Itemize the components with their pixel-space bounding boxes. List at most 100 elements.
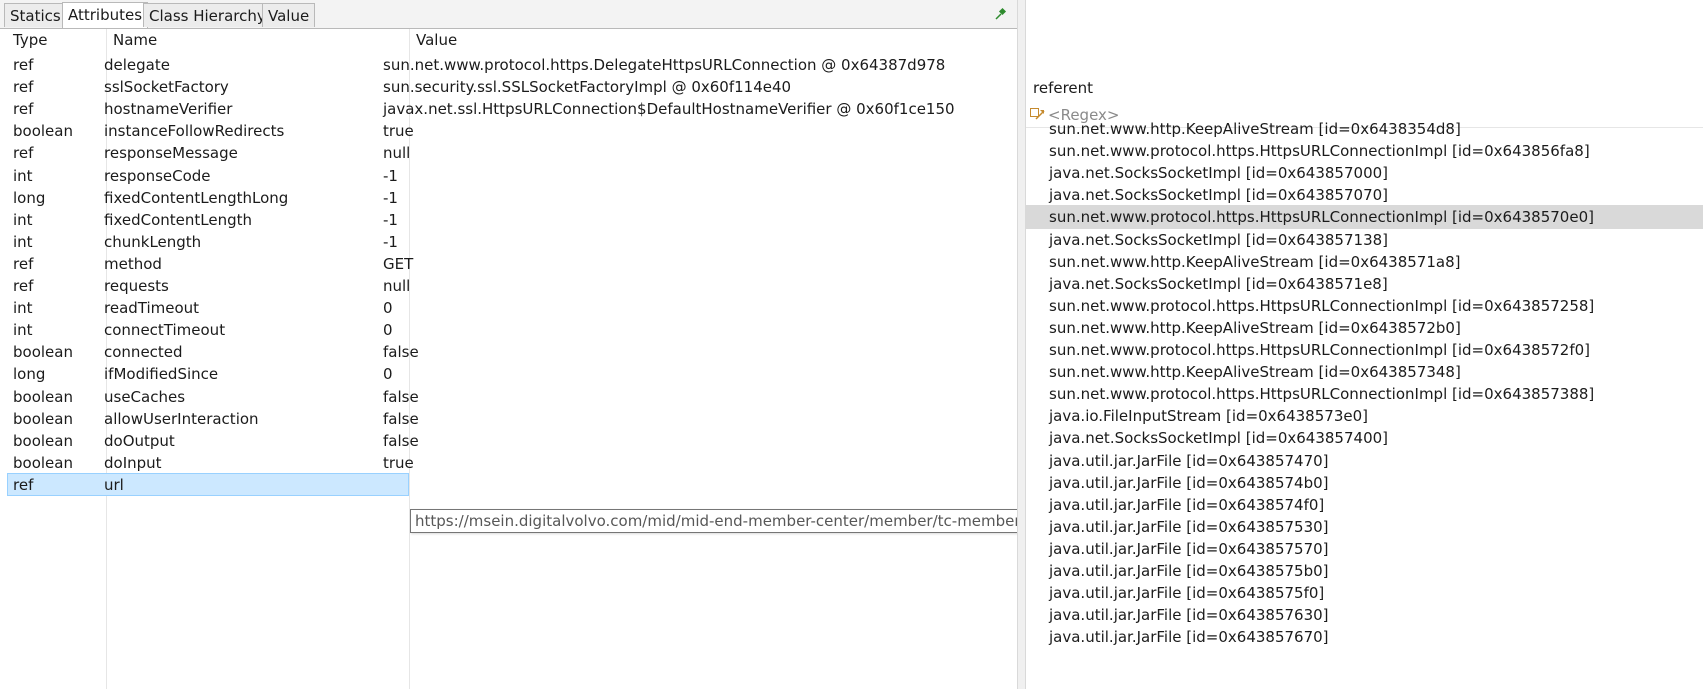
referent-item-label: java.util.jar.JarFile [id=0x6438574b0]	[1049, 473, 1329, 492]
cell-name: instanceFollowRedirects	[104, 122, 285, 141]
referent-item-label: sun.net.www.http.KeepAliveStream [id=0x6…	[1049, 318, 1461, 337]
column-header-value[interactable]: Value	[416, 29, 457, 52]
referent-item-label: sun.net.www.http.KeepAliveStream [id=0x6…	[1049, 252, 1461, 271]
cell-name: method	[104, 254, 162, 273]
referent-list-item[interactable]: java.util.jar.JarFile [id=0x6438575f0]	[1026, 581, 1703, 605]
tab-value[interactable]: Value	[262, 3, 316, 27]
cell-value: false	[383, 409, 419, 428]
referent-list-item[interactable]: sun.net.www.protocol.https.HttpsURLConne…	[1026, 294, 1703, 318]
referent-item-label: sun.net.www.http.KeepAliveStream [id=0x6…	[1049, 120, 1461, 138]
column-header-type[interactable]: Type	[13, 29, 47, 52]
cell-type: boolean	[13, 387, 73, 406]
cell-type: int	[13, 321, 33, 340]
cell-value: sun.net.www.protocol.https.DelegateHttps…	[383, 56, 946, 74]
cell-value: null	[383, 144, 411, 163]
cell-type: int	[13, 166, 33, 185]
cell-name: doInput	[104, 453, 162, 472]
cell-type: ref	[13, 100, 34, 119]
referent-list-item[interactable]: java.net.SocksSocketImpl [id=0x643857400…	[1026, 426, 1703, 450]
referent-list-item[interactable]: java.util.jar.JarFile [id=0x643857670]	[1026, 625, 1703, 649]
referent-list-item[interactable]: java.net.SocksSocketImpl [id=0x643857070…	[1026, 183, 1703, 207]
table-row[interactable]: boolean instanceFollowRedirects true	[7, 119, 1017, 143]
referent-list-item[interactable]: java.util.jar.JarFile [id=0x6438575b0]	[1026, 559, 1703, 583]
table-row[interactable]: int fixedContentLength -1	[7, 208, 1017, 232]
cell-type: boolean	[13, 409, 73, 428]
cell-type: ref	[13, 56, 34, 74]
cell-value: 0	[383, 299, 393, 318]
referent-list-item[interactable]: sun.net.www.http.KeepAliveStream [id=0x6…	[1026, 117, 1703, 141]
table-row[interactable]: int connectTimeout 0	[7, 318, 1017, 342]
table-row[interactable]: ref delegate sun.net.www.protocol.https.De…	[7, 53, 1017, 77]
cell-name: requests	[104, 277, 169, 295]
referent-title: referent	[1033, 79, 1094, 97]
referent-list-item[interactable]: sun.net.www.protocol.https.HttpsURLConne…	[1026, 205, 1703, 230]
cell-value: null	[383, 277, 411, 295]
table-row[interactable]: int readTimeout 0	[7, 296, 1017, 320]
table-row[interactable]: ref url	[7, 472, 1017, 497]
referent-item-label: sun.net.www.protocol.https.HttpsURLConne…	[1049, 142, 1590, 161]
table-row[interactable]: long ifModifiedSince 0	[7, 362, 1017, 386]
referent-list-item[interactable]: java.util.jar.JarFile [id=0x643857570]	[1026, 537, 1703, 561]
referent-item-label: java.util.jar.JarFile [id=0x643857470]	[1049, 451, 1329, 470]
cell-name: responseCode	[104, 166, 211, 185]
cell-type: boolean	[13, 122, 73, 141]
cell-name: sslSocketFactory	[104, 78, 229, 97]
referent-item-label: java.util.jar.JarFile [id=0x643857630]	[1049, 606, 1329, 625]
cell-type: boolean	[13, 453, 73, 472]
referent-item-label: sun.net.www.protocol.https.HttpsURLConne…	[1049, 208, 1594, 227]
referent-list-item[interactable]: sun.net.www.http.KeepAliveStream [id=0x6…	[1026, 360, 1703, 384]
pin-icon[interactable]	[993, 6, 1009, 22]
cell-type: boolean	[13, 431, 73, 450]
referent-list-item[interactable]: java.util.jar.JarFile [id=0x643857530]	[1026, 515, 1703, 539]
table-row[interactable]: boolean doInput true	[7, 451, 1017, 475]
referent-list-item[interactable]: sun.net.www.protocol.https.HttpsURLConne…	[1026, 139, 1703, 163]
referent-list-item[interactable]: java.io.FileInputStream [id=0x6438573e0]	[1026, 404, 1703, 428]
cell-value: true	[383, 122, 414, 141]
referent-list-item[interactable]: java.util.jar.JarFile [id=0x6438574f0]	[1026, 493, 1703, 517]
cell-type: long	[13, 365, 46, 384]
cell-type: long	[13, 188, 46, 207]
table-row[interactable]: long fixedContentLengthLong -1	[7, 186, 1017, 210]
referent-list-item[interactable]: sun.net.www.protocol.https.HttpsURLConne…	[1026, 338, 1703, 362]
cell-value: 0	[383, 365, 393, 384]
referent-list-item[interactable]: java.util.jar.JarFile [id=0x643857470]	[1026, 449, 1703, 473]
attributes-table: Type Name Value ref delegate sun.net.www.p…	[7, 29, 1017, 689]
referent-list-item[interactable]: java.util.jar.JarFile [id=0x643857630]	[1026, 603, 1703, 627]
referent-list-item[interactable]: java.net.SocksSocketImpl [id=0x643857000…	[1026, 161, 1703, 185]
table-row[interactable]: boolean allowUserInteraction false	[7, 407, 1017, 431]
cell-type: ref	[13, 144, 34, 163]
cell-value: javax.net.ssl.HttpsURLConnection$Default…	[383, 100, 955, 119]
referent-item-label: java.util.jar.JarFile [id=0x643857530]	[1049, 517, 1329, 536]
table-row[interactable]: boolean doOutput false	[7, 429, 1017, 453]
table-row[interactable]: ref responseMessage null	[7, 141, 1017, 165]
cell-name: hostnameVerifier	[104, 100, 233, 119]
table-row[interactable]: ref method GET	[7, 252, 1017, 276]
cell-type: int	[13, 299, 33, 318]
cell-value: sun.security.ssl.SSLSocketFactoryImpl @ …	[383, 78, 792, 97]
referent-item-label: java.net.SocksSocketImpl [id=0x643857400…	[1049, 429, 1389, 448]
table-row[interactable]: ref sslSocketFactory sun.security.ssl.SSLS…	[7, 75, 1017, 99]
table-row[interactable]: boolean useCaches false	[7, 385, 1017, 409]
referent-list-item[interactable]: sun.net.www.protocol.https.HttpsURLConne…	[1026, 382, 1703, 406]
table-row[interactable]: ref hostnameVerifier javax.net.ssl.HttpsUR…	[7, 97, 1017, 121]
table-row[interactable]: int chunkLength -1	[7, 230, 1017, 254]
tab-statics[interactable]: Statics	[4, 3, 67, 27]
cell-type: ref	[13, 475, 34, 494]
cell-name: connectTimeout	[104, 321, 226, 340]
tab-attributes[interactable]: Attributes	[62, 2, 149, 28]
referent-list-item[interactable]: java.net.SocksSocketImpl [id=0x6438571e8…	[1026, 272, 1703, 296]
table-row[interactable]: int responseCode -1	[7, 164, 1017, 188]
column-header-name[interactable]: Name	[113, 29, 157, 52]
cell-type: ref	[13, 277, 34, 295]
referent-list-item[interactable]: sun.net.www.http.KeepAliveStream [id=0x6…	[1026, 250, 1703, 274]
referent-list-item[interactable]: java.net.SocksSocketImpl [id=0x643857138…	[1026, 228, 1703, 252]
referent-list-item[interactable]: sun.net.www.http.KeepAliveStream [id=0x6…	[1026, 316, 1703, 340]
tab-class-hierarchy[interactable]: Class Hierarchy	[143, 3, 272, 27]
table-row[interactable]: ref requests null	[7, 274, 1017, 298]
cell-name: ifModifiedSince	[104, 365, 219, 384]
pane-splitter[interactable]	[1017, 0, 1026, 689]
cell-name: delegate	[104, 56, 170, 74]
referent-item-label: java.util.jar.JarFile [id=0x643857570]	[1049, 539, 1329, 558]
table-row[interactable]: boolean connected false	[7, 340, 1017, 364]
referent-list-item[interactable]: java.util.jar.JarFile [id=0x6438574b0]	[1026, 471, 1703, 495]
